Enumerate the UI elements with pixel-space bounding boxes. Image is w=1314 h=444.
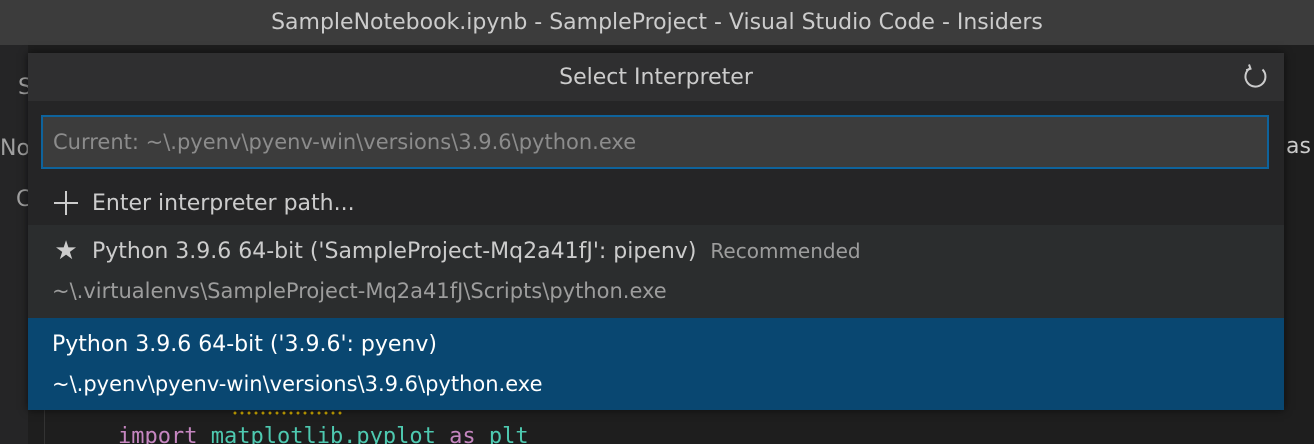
list-item-detail: ~\.pyenv\pyenv-win\versions\3.9.6\python… <box>52 372 543 396</box>
star-icon: ★ <box>54 236 78 266</box>
background-sidebar <box>0 45 28 444</box>
code-keyword: as <box>449 424 476 444</box>
background-fragment: No <box>0 136 30 161</box>
quick-pick-header: Select Interpreter <box>28 53 1284 101</box>
list-item-label: Python 3.9.6 64-bit ('3.9.6': pyenv) <box>52 331 437 357</box>
background-fragment: as <box>1286 134 1311 159</box>
list-item-enter-path[interactable]: Enter interpreter path... <box>28 181 1284 225</box>
code-module: matplotlib.pyplot <box>210 424 436 444</box>
interpreter-list: Enter interpreter path... ★ Python 3.9.6… <box>28 181 1284 410</box>
window-title: SampleNotebook.ipynb - SampleProject - V… <box>271 10 1043 35</box>
list-item-detail: ~\.virtualenvs\SampleProject-Mq2a41fJ\Sc… <box>52 279 667 303</box>
plus-icon <box>52 189 80 217</box>
list-item-pipenv-interpreter[interactable]: ★ Python 3.9.6 64-bit ('SampleProject-Mq… <box>28 225 1284 318</box>
code-alias: plt <box>488 424 529 444</box>
quick-pick-title: Select Interpreter <box>559 64 753 90</box>
interpreter-search-input[interactable] <box>41 115 1269 169</box>
list-item-label: Enter interpreter path... <box>92 190 355 216</box>
title-bar: SampleNotebook.ipynb - SampleProject - V… <box>0 0 1314 45</box>
warning-squiggle <box>232 410 342 416</box>
code-line: import matplotlib.pyplot as plt <box>118 424 529 444</box>
refresh-icon[interactable] <box>1242 63 1270 91</box>
code-keyword: import <box>118 424 198 444</box>
select-interpreter-quick-pick: Select Interpreter Enter interpreter pat… <box>28 53 1284 410</box>
recommended-label: Recommended <box>710 239 861 263</box>
list-item-pyenv-interpreter[interactable]: Python 3.9.6 64-bit ('3.9.6': pyenv) ~\.… <box>28 318 1284 410</box>
vscode-window: SampleNotebook.ipynb - SampleProject - V… <box>0 0 1314 444</box>
list-item-label: Python 3.9.6 64-bit ('SampleProject-Mq2a… <box>92 238 697 264</box>
